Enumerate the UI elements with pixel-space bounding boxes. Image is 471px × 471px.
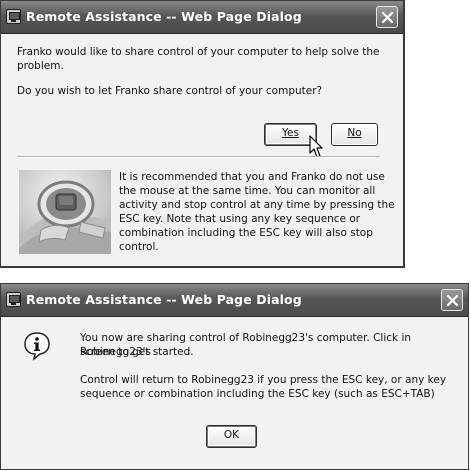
no-button-label: No <box>347 127 362 139</box>
info-line-5: combination including the ESC key will a… <box>119 227 373 239</box>
consent-dialog: Remote Assistance -- Web Page Dialog Fra… <box>0 0 405 268</box>
close-button[interactable] <box>441 289 463 311</box>
close-icon <box>381 11 394 24</box>
sharing-line-4: Control will return to Robinegg23 if you… <box>80 374 447 386</box>
sharing-dialog: Remote Assistance -- Web Page Dialog You… <box>0 283 469 470</box>
title-bar[interactable]: Remote Assistance -- Web Page Dialog <box>1 284 468 317</box>
close-icon <box>446 294 459 307</box>
ok-button[interactable]: OK <box>206 425 257 448</box>
sharing-line-2: screen to get started. <box>80 346 194 358</box>
info-line-6: control. <box>119 241 159 253</box>
no-button[interactable]: No <box>331 123 378 146</box>
yes-button-label: Yes <box>282 127 299 139</box>
separator <box>17 156 380 158</box>
info-line-4: ESC key. Note that using any key sequenc… <box>119 213 361 225</box>
close-button[interactable] <box>376 6 398 28</box>
info-line-1: It is recommended that you and Franko do… <box>119 171 385 183</box>
keyboard-esc-key-photo <box>19 170 111 254</box>
info-speech-icon <box>24 332 50 361</box>
question-text: Do you wish to let Franko share control … <box>17 85 323 97</box>
dialog-title: Remote Assistance -- Web Page Dialog <box>26 9 302 24</box>
keyboard-photo-illustration <box>19 180 111 254</box>
window-app-icon <box>6 292 21 307</box>
dialog-title: Remote Assistance -- Web Page Dialog <box>26 292 302 307</box>
info-line-3: activity and stop control at any time by… <box>119 199 395 211</box>
info-line-2: the mouse at the same time. You can moni… <box>119 185 376 197</box>
sharing-line-5: sequence or combination including the ES… <box>80 388 435 400</box>
window-app-icon <box>6 9 21 24</box>
title-bar[interactable]: Remote Assistance -- Web Page Dialog <box>1 1 403 34</box>
ok-button-label: OK <box>223 429 240 441</box>
request-line-1: Franko would like to share control of yo… <box>17 46 380 58</box>
request-line-2: problem. <box>17 60 64 72</box>
